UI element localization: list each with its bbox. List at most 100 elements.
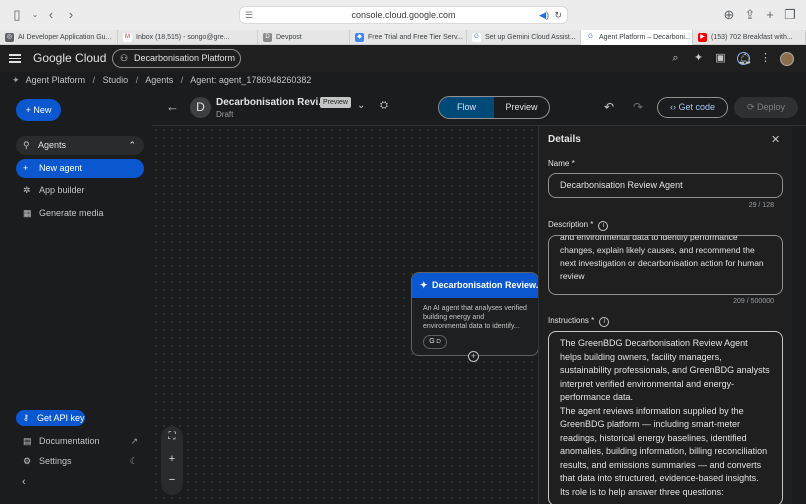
tab-strip: ◎ AI Developer Application Gu... M Inbox… — [0, 30, 806, 45]
breadcrumb-item[interactable]: Studio — [103, 75, 129, 85]
zoom-out-icon[interactable]: − — [161, 474, 183, 486]
gear-icon: ⚙ — [23, 456, 32, 466]
scrollbar[interactable] — [792, 126, 806, 504]
browser-tab[interactable]: ◎ AI Developer Application Gu... — [0, 30, 118, 45]
description-label: Description * i — [548, 220, 609, 231]
browser-tab-active[interactable]: G Agent Platform – Decarboni... — [581, 30, 693, 45]
info-icon[interactable]: i — [598, 221, 609, 231]
preview-tab[interactable]: Preview — [494, 97, 549, 118]
nav-item-generate-media[interactable]: ▦ Generate media — [16, 204, 144, 223]
name-field[interactable]: Decarbonisation Review Agent — [548, 173, 783, 198]
agent-node[interactable]: ✦ Decarbonisation Review... An AI agent … — [411, 272, 539, 356]
tab-label: Free Trial and Free Tier Serv... — [368, 34, 463, 41]
project-picker[interactable]: ⚇ Decarbonisation Platform — [112, 49, 241, 68]
browser-tab[interactable]: G Set up Gemini Cloud Assist... — [467, 30, 581, 45]
settings-label: Settings — [39, 456, 72, 466]
breadcrumb-separator: / — [180, 75, 184, 85]
tab-label: (153) 702 Breakfast with... — [711, 34, 793, 41]
breadcrumb-item[interactable]: Agents — [145, 75, 173, 85]
required-marker: * — [588, 220, 594, 229]
chevron-down-icon[interactable]: ⌄ — [357, 100, 365, 111]
url-bar[interactable]: ☰ console.cloud.google.com ◀) ↻ — [239, 6, 568, 24]
collapse-nav-icon[interactable]: ‹ — [22, 476, 26, 488]
get-code-label: Get code — [678, 102, 716, 112]
info-icon[interactable]: i — [599, 317, 610, 327]
more-vert-icon[interactable]: ⋮ — [759, 52, 772, 65]
nav-item-new-agent[interactable]: + New agent — [16, 159, 144, 178]
agents-icon: ⚲ — [23, 140, 30, 150]
close-icon[interactable]: ✕ — [771, 133, 780, 146]
deploy-button[interactable]: ⟳ Deploy — [734, 97, 798, 118]
browser-tab[interactable]: ◆ Free Trial and Free Tier Serv... — [350, 30, 467, 45]
nav-item-label: App builder — [39, 185, 85, 195]
settings-link[interactable]: ⚙ Settings ☾ — [16, 453, 144, 469]
name-char-count: 29 / 128 — [748, 202, 774, 209]
youtube-tab-icon: ▶ — [698, 33, 707, 42]
documentation-label: Documentation — [39, 436, 100, 446]
console-header: Google Cloud ⚇ Decarbonisation Platform … — [0, 45, 806, 72]
gemini-spark-icon[interactable]: ✦ — [692, 52, 705, 65]
fit-view-icon[interactable]: ⛶ — [161, 431, 183, 442]
name-label-text: Name — [548, 159, 570, 168]
open-in-new-icon: ↗ — [130, 436, 138, 446]
dark-mode-icon[interactable]: ☾ — [130, 453, 138, 469]
details-panel: Details ✕ Name * Decarbonisation Review … — [538, 126, 792, 504]
devpost-tab-icon: D — [263, 33, 272, 42]
tab-overview-icon[interactable]: ❐ — [781, 6, 799, 24]
site-settings-icon[interactable]: ☰ — [245, 7, 253, 23]
nav-group-agents[interactable]: ⚲ Agents ⌃ — [16, 136, 144, 155]
api-key-label: Get API key — [37, 413, 85, 423]
nav-item-app-builder[interactable]: ✲ App builder — [16, 181, 144, 200]
instructions-label-text: Instructions — [548, 316, 589, 325]
new-tab-icon[interactable]: + — [761, 6, 779, 24]
account-avatar[interactable] — [780, 52, 794, 66]
project-icon: ⚇ — [120, 53, 129, 63]
back-arrow-icon[interactable]: ← — [166, 99, 179, 114]
google-search-tool-chip[interactable]: G ⫐ — [423, 335, 447, 349]
get-code-button[interactable]: ‹› Get code — [657, 97, 728, 118]
preview-badge: Preview — [320, 97, 351, 108]
breadcrumb-item[interactable]: Agent Platform — [26, 75, 86, 85]
instructions-label: Instructions * i — [548, 316, 610, 327]
chevron-up-icon: ⌃ — [128, 140, 136, 150]
menu-icon[interactable] — [9, 52, 21, 64]
tab-label: Devpost — [276, 34, 302, 41]
deploy-icon: ⟳ — [746, 102, 755, 112]
browser-tab[interactable]: D Devpost — [258, 30, 350, 45]
documentation-link[interactable]: ▤ Documentation ↗ — [16, 433, 144, 449]
instructions-field[interactable]: The GreenBDG Decarbonisation Review Agen… — [548, 331, 783, 504]
url-text: console.cloud.google.com — [351, 10, 456, 20]
browser-tab[interactable]: ▶ (153) 702 Breakfast with... — [693, 30, 806, 45]
zoom-in-icon[interactable]: + — [161, 453, 183, 465]
left-nav: + New ⚲ Agents ⌃ + New agent ✲ App build… — [0, 89, 152, 504]
agent-node-description: An AI agent that analyses verified build… — [423, 305, 527, 330]
redo-icon[interactable]: ↷ — [633, 100, 643, 114]
download-icon[interactable]: ⊕ — [720, 6, 738, 24]
cloud-shell-icon[interactable]: ▣ — [714, 52, 727, 65]
gmail-tab-icon: M — [123, 33, 132, 42]
google-tab-icon: G — [472, 33, 481, 42]
forward-icon[interactable]: › — [62, 6, 80, 24]
project-name: Decarbonisation Platform — [134, 53, 236, 63]
notifications-icon[interactable]: 🔔︎ — [737, 52, 752, 65]
flow-tab[interactable]: Flow — [439, 97, 494, 118]
description-field[interactable]: and environmental data to identify perfo… — [548, 235, 783, 295]
agent-tools-icon[interactable]: ⛭ — [380, 100, 388, 111]
browser-tab[interactable]: M Inbox (18,515) - songo@gre... — [118, 30, 258, 45]
search-icon[interactable]: ⌕ — [669, 52, 682, 65]
share-icon[interactable]: ⇪ — [741, 6, 759, 24]
browser-toolbar: ▯ ⌄ ‹ › ☰ console.cloud.google.com ◀) ↻ … — [0, 0, 806, 30]
undo-icon[interactable]: ↶ — [604, 100, 614, 114]
get-api-key-button[interactable]: ⚷ Get API key — [16, 410, 85, 426]
add-node-icon[interactable]: + — [468, 351, 479, 362]
tab-label: Inbox (18,515) - songo@gre... — [136, 34, 230, 41]
sidebar-toggle-icon[interactable]: ▯ — [8, 6, 26, 24]
new-button[interactable]: + New — [16, 99, 61, 121]
flow-canvas[interactable]: ✦ Decarbonisation Review... An AI agent … — [152, 126, 539, 504]
audio-playing-icon[interactable]: ◀) — [539, 7, 549, 23]
back-icon[interactable]: ‹ — [42, 6, 60, 24]
reload-icon[interactable]: ↻ — [554, 7, 562, 23]
google-cloud-logo[interactable]: Google Cloud — [33, 51, 106, 65]
key-icon: ⚷ — [23, 413, 29, 422]
name-value: Decarbonisation Review Agent — [560, 180, 683, 190]
